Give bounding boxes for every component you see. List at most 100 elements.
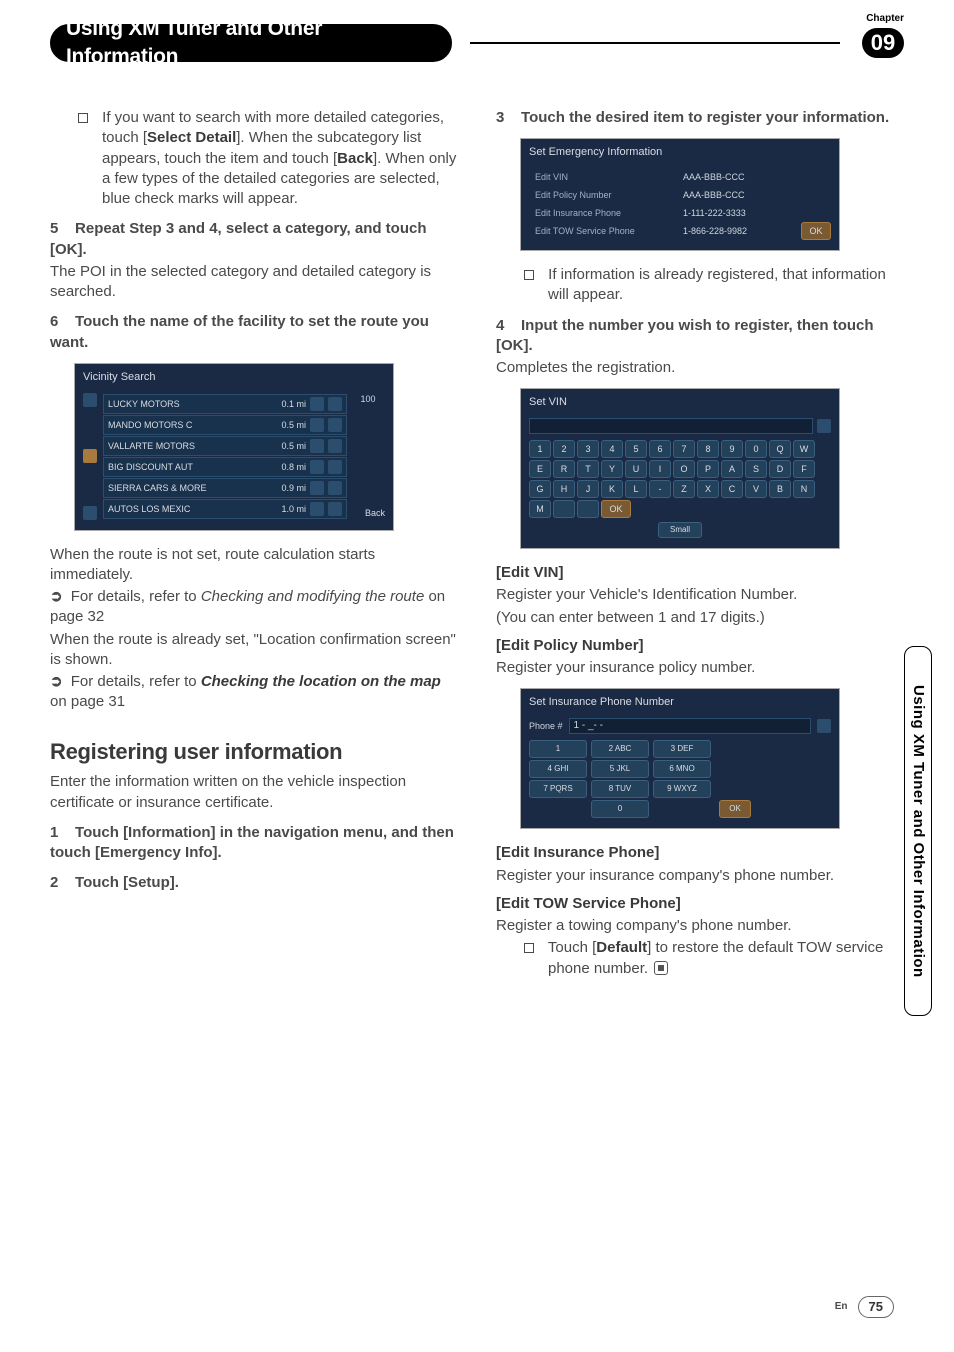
key[interactable]: 8 <box>697 440 719 458</box>
key[interactable]: S <box>745 460 767 478</box>
key[interactable]: Y <box>601 460 623 478</box>
table-row[interactable]: Edit TOW Service Phone1-866-228-9982 <box>529 222 797 240</box>
scroll-up-icon[interactable] <box>83 393 97 407</box>
key[interactable]: 0 <box>591 800 649 818</box>
crossref-checking-route: ➲ For details, refer to Checking and mod… <box>50 587 458 628</box>
key[interactable]: 1 <box>529 440 551 458</box>
list-item[interactable]: VALLARTE MOTORS0.5 mi <box>103 436 347 456</box>
flag-icon <box>310 481 324 495</box>
key[interactable]: Z <box>673 480 695 498</box>
key[interactable]: I <box>649 460 671 478</box>
chapter-title-bar: Using XM Tuner and Other Information <box>50 24 452 62</box>
ok-button[interactable]: OK <box>801 222 831 240</box>
route-not-set-text: When the route is not set, route calcula… <box>50 545 458 586</box>
key[interactable] <box>553 500 575 518</box>
backspace-icon[interactable] <box>817 719 831 733</box>
key[interactable]: 9 <box>721 440 743 458</box>
key[interactable]: V <box>745 480 767 498</box>
key[interactable]: 9 WXYZ <box>653 780 711 798</box>
key[interactable]: N <box>793 480 815 498</box>
flag-icon <box>310 460 324 474</box>
key[interactable]: K <box>601 480 623 498</box>
ok-button[interactable]: OK <box>719 800 751 818</box>
key[interactable]: A <box>721 460 743 478</box>
key[interactable]: 3 <box>577 440 599 458</box>
key[interactable]: 7 PQRS <box>529 780 587 798</box>
key[interactable] <box>577 500 599 518</box>
key[interactable]: P <box>697 460 719 478</box>
page-footer: En 75 <box>835 1296 894 1318</box>
label-edit-insurance-phone: [Edit Insurance Phone] <box>496 843 904 863</box>
text-edit-policy: Register your insurance policy number. <box>496 658 904 678</box>
vin-input[interactable] <box>529 418 813 434</box>
key[interactable]: W <box>793 440 815 458</box>
key[interactable]: Q <box>769 440 791 458</box>
key[interactable]: 5 <box>625 440 647 458</box>
key[interactable]: J <box>577 480 599 498</box>
key[interactable]: 0 <box>745 440 767 458</box>
scroll-down-icon[interactable] <box>83 506 97 520</box>
step-5: 5 Repeat Step 3 and 4, select a category… <box>50 219 458 260</box>
small-button[interactable]: Small <box>658 522 702 538</box>
key[interactable]: L <box>625 480 647 498</box>
key[interactable]: D <box>769 460 791 478</box>
text-edit-vin-b: (You can enter between 1 and 17 digits.) <box>496 608 904 628</box>
backspace-icon[interactable] <box>817 419 831 433</box>
key[interactable]: 8 TUV <box>591 780 649 798</box>
key[interactable]: 7 <box>673 440 695 458</box>
key[interactable]: 2 ABC <box>591 740 649 758</box>
key[interactable]: 5 JKL <box>591 760 649 778</box>
phone-input[interactable]: 1 - _- - <box>569 718 811 734</box>
key[interactable]: 3 DEF <box>653 740 711 758</box>
key[interactable]: 2 <box>553 440 575 458</box>
table-row[interactable]: Edit VINAAA-BBB-CCC <box>529 168 797 186</box>
step-1: 1 Touch [Information] in the navigation … <box>50 823 458 864</box>
list-item[interactable]: SIERRA CARS & MORE0.9 mi <box>103 478 347 498</box>
section-intro-text: Enter the information written on the veh… <box>50 772 458 813</box>
crossref-arrow-icon: ➲ <box>50 588 63 605</box>
list-item[interactable]: BIG DISCOUNT AUT0.8 mi <box>103 457 347 477</box>
key[interactable]: U <box>625 460 647 478</box>
vicinity-search-screenshot: Vicinity Search LUCKY MOTORS0.1 mi MANDO… <box>74 363 394 531</box>
back-button[interactable]: Back <box>365 507 385 519</box>
step-5-text: The POI in the selected category and det… <box>50 262 458 303</box>
bullet-square-icon <box>78 113 88 123</box>
info-icon <box>328 418 342 432</box>
key[interactable]: E <box>529 460 551 478</box>
info-icon <box>328 397 342 411</box>
key[interactable]: 1 <box>529 740 587 758</box>
table-row[interactable]: Edit Policy NumberAAA-BBB-CCC <box>529 186 797 204</box>
key[interactable]: F <box>793 460 815 478</box>
key[interactable]: O <box>673 460 695 478</box>
table-row[interactable]: Edit Insurance Phone1-111-222-3333 <box>529 204 797 222</box>
list-item[interactable]: AUTOS LOS MEXIC1.0 mi <box>103 499 347 519</box>
flag-icon <box>310 439 324 453</box>
key[interactable]: 6 <box>649 440 671 458</box>
key[interactable]: 4 <box>601 440 623 458</box>
list-item[interactable]: LUCKY MOTORS0.1 mi <box>103 394 347 414</box>
key[interactable]: 4 GHI <box>529 760 587 778</box>
bullet-default-tow: Touch [Default] to restore the default T… <box>496 938 904 979</box>
set-vin-screenshot: Set VIN 1234567890 QWERTYUIOP ASDFGHJKL-… <box>520 388 840 549</box>
key[interactable]: R <box>553 460 575 478</box>
label-edit-vin: [Edit VIN] <box>496 563 904 583</box>
text-edit-insurance-phone: Register your insurance company's phone … <box>496 866 904 886</box>
info-icon <box>328 460 342 474</box>
key[interactable]: 6 MNO <box>653 760 711 778</box>
key[interactable]: X <box>697 480 719 498</box>
flag-icon <box>310 397 324 411</box>
key[interactable]: B <box>769 480 791 498</box>
list-item[interactable]: MANDO MOTORS C0.5 mi <box>103 415 347 435</box>
key[interactable]: - <box>649 480 671 498</box>
info-icon <box>328 481 342 495</box>
key[interactable]: T <box>577 460 599 478</box>
section-heading-registering: Registering user information <box>50 737 458 767</box>
key[interactable]: M <box>529 500 551 518</box>
key[interactable]: C <box>721 480 743 498</box>
key[interactable]: G <box>529 480 551 498</box>
ok-button[interactable]: OK <box>601 500 631 518</box>
flag-icon <box>310 502 324 516</box>
side-tab-label: Using XM Tuner and Other Information <box>908 685 928 978</box>
key[interactable]: H <box>553 480 575 498</box>
emergency-info-screenshot: Set Emergency Information Edit VINAAA-BB… <box>520 138 840 251</box>
